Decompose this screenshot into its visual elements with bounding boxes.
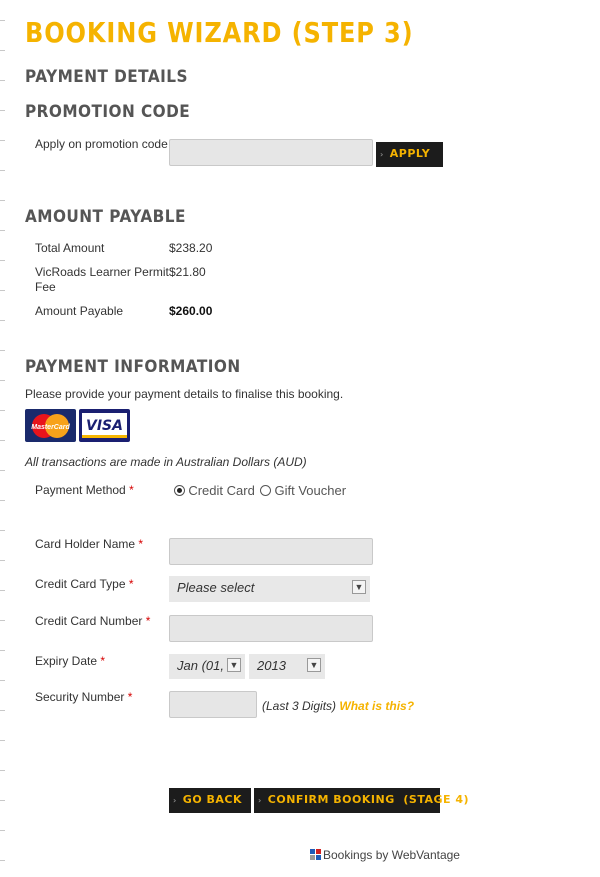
permit-fee-value: $21.80 (169, 265, 206, 279)
security-number-label: Security Number * (35, 690, 133, 704)
total-amount-label: Total Amount (35, 241, 105, 255)
credit-card-option-label[interactable]: Credit Card (188, 483, 254, 498)
card-holder-label: Card Holder Name * (35, 537, 144, 551)
card-holder-input[interactable] (169, 538, 373, 565)
chevron-down-icon[interactable]: ▼ (227, 658, 241, 672)
footer-credit-text: Bookings by WebVantage (323, 848, 460, 862)
card-number-input[interactable] (169, 615, 373, 642)
expiry-month-value: Jan (01, (177, 658, 224, 673)
page-title: BOOKING WIZARD (STEP 3) (25, 16, 414, 49)
expiry-year-select[interactable]: 2013 ▼ (249, 654, 325, 679)
currency-note: All transactions are made in Australian … (25, 455, 307, 469)
payment-method-options: Credit Card Gift Voucher (174, 483, 346, 498)
promotion-code-heading: PROMOTION CODE (25, 102, 191, 122)
card-number-label: Credit Card Number * (35, 614, 151, 628)
go-back-button-label: GO BACK (182, 793, 243, 806)
payment-details-heading: PAYMENT DETAILS (25, 67, 188, 87)
security-number-input[interactable] (169, 691, 257, 718)
payment-intro-text: Please provide your payment details to f… (25, 387, 344, 401)
credit-card-radio[interactable] (174, 485, 185, 496)
confirm-booking-button[interactable]: › CONFIRM BOOKING (STAGE 4) (254, 788, 469, 813)
promotion-code-label: Apply on promotion code (35, 137, 168, 151)
confirm-booking-button-label: CONFIRM BOOKING (STAGE 4) (267, 793, 470, 806)
svg-text:MasterCard: MasterCard (31, 424, 70, 431)
card-type-label: Credit Card Type * (35, 577, 134, 591)
visa-logo: VISA (79, 409, 130, 442)
chevron-right-icon: › (258, 796, 262, 805)
total-amount-value: $238.20 (169, 241, 213, 255)
gift-voucher-option-label[interactable]: Gift Voucher (275, 483, 347, 498)
visa-icon: VISA (86, 418, 123, 434)
payment-information-heading: PAYMENT INFORMATION (25, 357, 241, 377)
go-back-button[interactable]: › GO BACK (169, 788, 251, 813)
payment-method-label: Payment Method * (35, 483, 134, 497)
card-type-selected-value: Please select (177, 580, 255, 595)
permit-fee-label-line2: Fee (35, 280, 56, 294)
amount-payable-label: Amount Payable (35, 304, 124, 318)
expiry-date-label: Expiry Date * (35, 654, 106, 668)
chevron-down-icon[interactable]: ▼ (307, 658, 321, 672)
promotion-code-input[interactable] (169, 139, 373, 166)
what-is-this-link[interactable]: What is this? (339, 699, 414, 713)
mastercard-icon: MasterCard (31, 414, 70, 438)
expiry-month-select[interactable]: Jan (01, ▼ (169, 654, 245, 679)
webvantage-logo-icon (310, 849, 321, 860)
footer-credit[interactable]: Bookings by WebVantage (310, 848, 460, 862)
expiry-year-value: 2013 (257, 658, 286, 673)
chevron-down-icon[interactable]: ▼ (352, 580, 366, 594)
apply-button-label: APPLY (389, 147, 431, 160)
chevron-right-icon: › (380, 150, 384, 159)
amount-payable-value: $260.00 (169, 304, 213, 318)
card-type-select[interactable]: Please select ▼ (169, 576, 370, 602)
mastercard-logo: MasterCard (25, 409, 76, 442)
left-ruler-ticks (0, 0, 6, 877)
gift-voucher-radio[interactable] (260, 485, 272, 496)
permit-fee-label-line1: VicRoads Learner Permit (35, 265, 169, 279)
apply-button[interactable]: › APPLY (376, 142, 443, 167)
security-hint: (Last 3 Digits) What is this? (262, 699, 415, 713)
amount-payable-heading: AMOUNT PAYABLE (25, 207, 186, 227)
chevron-right-icon: › (173, 796, 177, 805)
